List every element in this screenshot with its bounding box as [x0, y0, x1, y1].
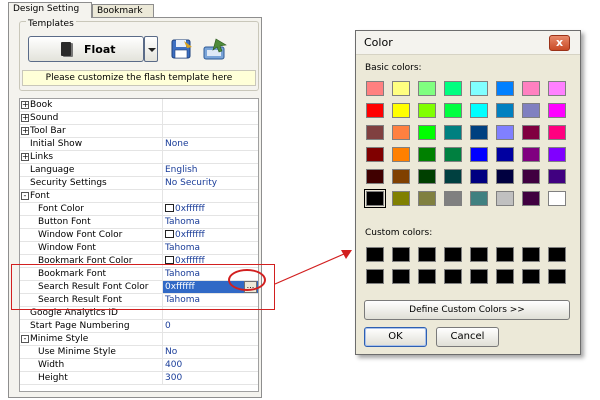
custom-color-swatch[interactable]	[548, 247, 566, 262]
basic-color-swatch[interactable]	[522, 81, 540, 96]
basic-color-swatch[interactable]	[418, 125, 436, 140]
close-button[interactable]: x	[549, 35, 570, 51]
basic-color-swatch[interactable]	[392, 147, 410, 162]
basic-color-swatch[interactable]	[392, 191, 410, 206]
basic-color-swatch[interactable]	[548, 103, 566, 118]
basic-color-swatch[interactable]	[522, 169, 540, 184]
basic-color-swatch[interactable]	[548, 125, 566, 140]
basic-color-swatch[interactable]	[470, 191, 488, 206]
basic-color-swatch[interactable]	[392, 103, 410, 118]
basic-color-swatch[interactable]	[392, 81, 410, 96]
basic-color-swatch[interactable]	[418, 169, 436, 184]
basic-color-swatch[interactable]	[522, 191, 540, 206]
dialog-title: Color	[364, 36, 393, 49]
basic-color-swatch[interactable]	[496, 103, 514, 118]
basic-color-swatch[interactable]	[444, 125, 462, 140]
custom-color-swatch[interactable]	[522, 269, 540, 284]
custom-color-swatch[interactable]	[366, 247, 384, 262]
basic-color-swatch[interactable]	[548, 191, 566, 206]
custom-colors-label: Custom colors:	[365, 228, 433, 238]
basic-color-swatch[interactable]	[496, 81, 514, 96]
custom-color-swatch[interactable]	[470, 247, 488, 262]
custom-color-swatch[interactable]	[418, 269, 436, 284]
custom-color-swatch[interactable]	[418, 247, 436, 262]
define-custom-colors-button[interactable]: Define Custom Colors >>	[364, 300, 570, 320]
basic-color-swatch[interactable]	[470, 125, 488, 140]
basic-color-swatch[interactable]	[470, 103, 488, 118]
basic-color-swatch[interactable]	[470, 81, 488, 96]
basic-color-swatch[interactable]	[418, 81, 436, 96]
basic-color-swatch[interactable]	[522, 147, 540, 162]
basic-color-swatch[interactable]	[522, 103, 540, 118]
basic-colors-label: Basic colors:	[365, 63, 422, 73]
basic-color-swatch[interactable]	[496, 125, 514, 140]
color-dialog: Color x Basic colors: Custom colors: Def…	[355, 30, 581, 355]
basic-color-swatch[interactable]	[366, 103, 384, 118]
tab-design-setting[interactable]: Design Setting	[8, 2, 92, 18]
dialog-titlebar: Color x	[356, 31, 580, 55]
basic-color-swatch[interactable]	[470, 169, 488, 184]
custom-color-swatch[interactable]	[496, 247, 514, 262]
basic-color-swatch[interactable]	[418, 147, 436, 162]
custom-color-swatch[interactable]	[366, 269, 384, 284]
basic-color-swatch[interactable]	[444, 103, 462, 118]
basic-color-swatch[interactable]	[444, 169, 462, 184]
basic-color-swatch[interactable]	[496, 147, 514, 162]
custom-color-swatch[interactable]	[496, 269, 514, 284]
custom-color-swatch[interactable]	[392, 269, 410, 284]
basic-color-swatch[interactable]	[496, 191, 514, 206]
custom-color-swatch[interactable]	[522, 247, 540, 262]
basic-color-swatch[interactable]	[548, 147, 566, 162]
basic-color-swatch[interactable]	[444, 147, 462, 162]
basic-color-swatch[interactable]	[522, 125, 540, 140]
basic-color-swatch[interactable]	[392, 169, 410, 184]
basic-color-swatch[interactable]	[366, 81, 384, 96]
custom-color-swatch[interactable]	[444, 247, 462, 262]
basic-color-swatch[interactable]	[392, 125, 410, 140]
custom-color-swatch[interactable]	[470, 269, 488, 284]
basic-color-swatch[interactable]	[470, 147, 488, 162]
basic-color-swatch[interactable]	[444, 81, 462, 96]
custom-color-swatch[interactable]	[392, 247, 410, 262]
custom-color-swatch[interactable]	[548, 269, 566, 284]
basic-color-swatch[interactable]	[366, 169, 384, 184]
basic-color-swatch[interactable]	[548, 81, 566, 96]
basic-color-swatch[interactable]	[418, 191, 436, 206]
basic-color-swatch[interactable]	[366, 147, 384, 162]
basic-color-swatch[interactable]	[444, 191, 462, 206]
custom-color-swatch[interactable]	[444, 269, 462, 284]
basic-color-swatch[interactable]	[418, 103, 436, 118]
basic-color-swatch[interactable]	[366, 125, 384, 140]
cancel-button[interactable]: Cancel	[436, 327, 499, 347]
basic-color-swatch[interactable]	[496, 169, 514, 184]
ok-button[interactable]: OK	[364, 327, 427, 347]
basic-color-swatch[interactable]	[364, 189, 386, 208]
basic-color-swatch[interactable]	[548, 169, 566, 184]
